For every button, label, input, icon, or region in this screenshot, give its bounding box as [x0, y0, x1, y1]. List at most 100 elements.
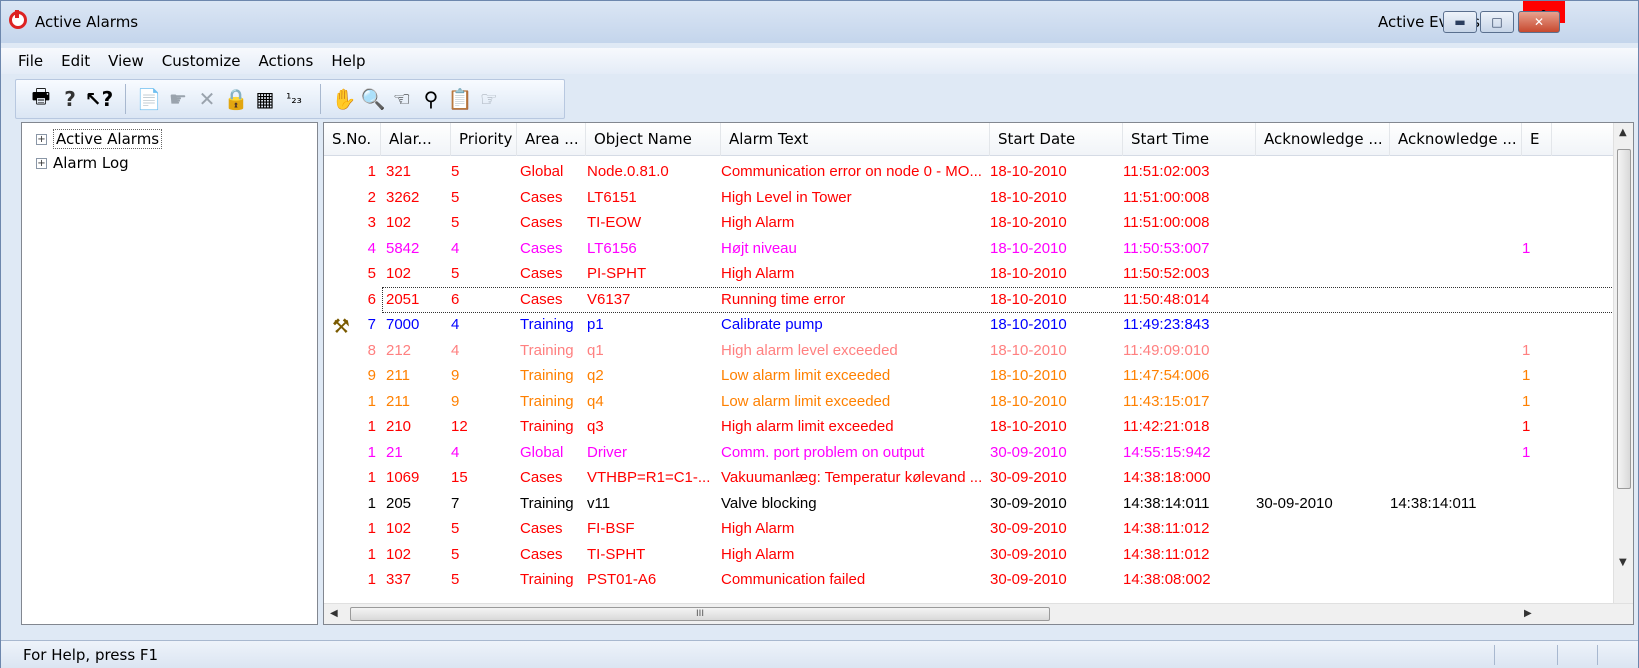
table-row[interactable]: 4 5842 4 Cases LT6156 Højt niveau 18-10-2010 11… — [324, 236, 1614, 262]
cell-extra: 1 — [1522, 367, 1531, 384]
cell-alarm-id: 211 — [386, 367, 410, 384]
tree-item-label[interactable]: Alarm Log — [53, 154, 129, 172]
table-row[interactable]: 6 2051 6 Cases V6137 Running time error 18-10-… — [368, 286, 1614, 313]
column-header-cell[interactable]: E — [1522, 123, 1552, 156]
scroll-down-icon[interactable]: ▼ — [1619, 557, 1627, 568]
cell-object-name: q2 — [587, 367, 604, 384]
cell-start-date: 30-09-2010 — [990, 520, 1067, 537]
cell-sno: 1 — [367, 571, 376, 588]
cell-priority: 4 — [451, 316, 460, 333]
cell-extra — [1522, 312, 1542, 338]
acknowledge-icon[interactable]: ☛ — [165, 86, 191, 112]
expand-icon[interactable]: + — [36, 157, 47, 169]
column-header-cell[interactable]: Priority — [451, 123, 517, 156]
column-header-cell[interactable]: Alar... — [381, 123, 451, 156]
title-bar[interactable]: Active Alarms Active Events ▬ □ ✕ — [1, 1, 1638, 43]
cell-extra — [1522, 287, 1542, 313]
cell-alarm-id: 3262 — [386, 188, 420, 206]
expand-icon[interactable]: + — [36, 133, 47, 145]
cell-object-name: V6137 — [587, 290, 631, 308]
close-button[interactable]: ✕ — [1518, 11, 1560, 33]
scroll-right-icon[interactable]: ▶ — [1524, 608, 1532, 619]
column-header-cell[interactable]: S.No. — [324, 123, 381, 156]
menu-file[interactable]: File — [9, 52, 52, 70]
table-row[interactable]: 1 1069 15 Cases VTHBP=R1=C1-... Vakuumanlæg: … — [324, 465, 1614, 491]
cell-object-name: PST01-A6 — [587, 571, 657, 588]
menu-help[interactable]: Help — [322, 52, 374, 70]
app-icon[interactable] — [9, 10, 27, 29]
menu-actions[interactable]: Actions — [250, 52, 323, 70]
clipboard-icon[interactable]: 📋 — [447, 86, 473, 112]
table-row[interactable]: 5 102 5 Cases PI-SPHT High Alarm 18-10-2010 11:… — [324, 261, 1614, 287]
handshake-icon[interactable]: ✋ — [331, 86, 357, 112]
column-header-cell[interactable]: Start Time — [1123, 123, 1256, 156]
table-row[interactable]: 1 211 9 Training q4 Low alarm limit exceeded 1… — [324, 389, 1614, 415]
scroll-left-icon[interactable]: ◀ — [330, 608, 338, 619]
table-row[interactable]: 1 21 4 Global Driver Comm. port problem on ou… — [324, 440, 1614, 466]
cell-alarm-id: 210 — [386, 418, 412, 435]
cell-start-date: 30-09-2010 — [990, 443, 1067, 461]
tree-item-active-alarms[interactable]: + Active Alarms — [36, 129, 163, 149]
cell-alarm-id: 211 — [386, 392, 410, 410]
alarm-list[interactable]: S.No. Alar... Priority Area ... Object Name A… — [323, 122, 1634, 625]
cell-start-date: 18-10-2010 — [990, 341, 1067, 359]
filter-icon[interactable]: ☜ — [389, 86, 415, 112]
column-header-cell[interactable]: Object Name — [586, 123, 721, 156]
zoom-icon[interactable]: ⚲ — [418, 86, 444, 112]
cell-alarm-id: 21 — [386, 443, 403, 461]
table-row[interactable]: 1 205 7 Training v11 Valve blocking 30-09-2010… — [324, 491, 1614, 517]
cell-alarm-id: 102 — [386, 214, 412, 231]
menu-customize[interactable]: Customize — [153, 52, 250, 70]
hand-icon[interactable]: ☞ — [476, 86, 502, 112]
tree-item-label[interactable]: Active Alarms — [53, 129, 163, 149]
help-icon[interactable]: ? — [57, 86, 83, 112]
print-icon[interactable]: 🖶 — [28, 84, 54, 112]
table-row[interactable]: 1 210 12 Training q3 High alarm limit exceede… — [324, 414, 1614, 440]
table-row[interactable]: 8 212 4 Training q1 High alarm level exceeded… — [324, 338, 1614, 364]
column-header-cell[interactable]: Alarm Text — [721, 123, 990, 156]
find-icon[interactable]: 🔍 — [360, 86, 386, 112]
horizontal-scroll-thumb[interactable]: III — [350, 607, 1050, 621]
menu-edit[interactable]: Edit — [52, 52, 99, 70]
table-row[interactable]: ⚒ 7 7000 4 Training p1 Calibrate pump 18-10-201… — [324, 312, 1614, 338]
cell-start-time: 14:55:15:942 — [1123, 443, 1211, 461]
notes-icon[interactable]: ▦ — [252, 86, 278, 112]
table-row[interactable]: 2 3262 5 Cases LT6151 High Level in Tower 18-1… — [324, 185, 1614, 211]
table-row[interactable]: 9 211 9 Training q2 Low alarm limit exceeded 1… — [324, 363, 1614, 389]
table-row[interactable]: 1 321 5 Global Node.0.81.0 Communication erro… — [324, 159, 1614, 185]
table-row[interactable]: 1 102 5 Cases TI-SPHT High Alarm 30-09-2010 14:… — [324, 542, 1614, 568]
context-help-icon[interactable]: ↖? — [85, 86, 113, 112]
table-row[interactable]: 3 102 5 Cases TI-EOW High Alarm 18-10-2010 11:5… — [324, 210, 1614, 236]
column-header-cell[interactable]: Acknowledge ... — [1256, 123, 1390, 156]
column-header-cell[interactable]: Area ... — [517, 123, 586, 156]
cell-sno: 6 — [367, 290, 376, 308]
cell-ack-time — [1390, 567, 1520, 593]
cell-ack-date — [1256, 389, 1386, 415]
cell-ack-time — [1390, 363, 1520, 389]
cell-start-date: 18-10-2010 — [990, 316, 1067, 333]
properties-icon[interactable]: 📄 — [136, 86, 162, 112]
maximize-button[interactable]: □ — [1480, 11, 1514, 33]
lock-icon[interactable]: 🔒 — [223, 86, 249, 112]
toolbar-separator — [320, 84, 321, 114]
horizontal-scrollbar[interactable]: ◀ III ▶ — [324, 603, 1633, 624]
cell-ack-date — [1256, 261, 1386, 287]
column-header-cell[interactable]: Start Date — [990, 123, 1123, 156]
cell-priority: 5 — [451, 265, 460, 282]
cell-area: Training — [520, 367, 574, 384]
vertical-scrollbar[interactable]: ▲ ▼ — [1613, 123, 1633, 605]
table-row[interactable]: 1 102 5 Cases FI-BSF High Alarm 30-09-2010 14:3… — [324, 516, 1614, 542]
column-header-cell[interactable]: Acknowledge ... — [1390, 123, 1522, 156]
cell-alarm-text: High Alarm — [721, 520, 795, 537]
menu-view[interactable]: View — [99, 52, 153, 70]
cell-priority: 9 — [451, 392, 460, 410]
table-row[interactable]: 1 337 5 Training PST01-A6 Communication faile… — [324, 567, 1614, 593]
scroll-up-icon[interactable]: ▲ — [1619, 127, 1627, 138]
vertical-scroll-thumb[interactable] — [1617, 149, 1631, 489]
cell-sno: 3 — [367, 214, 376, 231]
tree-item-alarm-log[interactable]: + Alarm Log — [36, 154, 129, 172]
cell-start-time: 11:51:00:008 — [1123, 188, 1210, 206]
delete-icon[interactable]: ✕ — [194, 86, 220, 112]
minimize-button[interactable]: ▬ — [1443, 11, 1477, 33]
numbering-icon[interactable]: ¹₂₃ — [281, 86, 307, 112]
